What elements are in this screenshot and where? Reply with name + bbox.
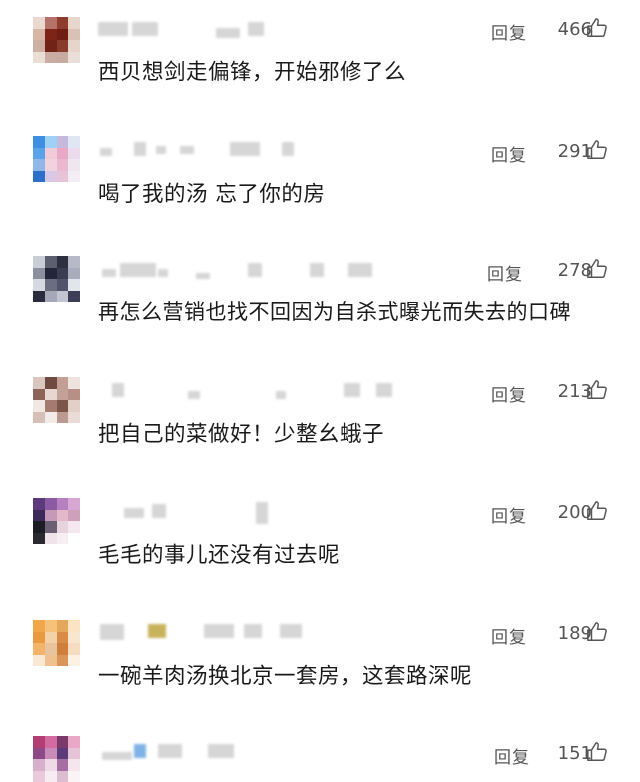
thumbs-up-icon[interactable] [586, 17, 608, 39]
comment-text: 把自己的菜做好！少整幺蛾子 [98, 422, 385, 447]
username-blurred[interactable] [98, 263, 378, 281]
comment-item: 回复 200 毛毛的事儿还没有过去呢 [0, 482, 640, 602]
avatar[interactable] [33, 498, 80, 544]
thumbs-up-icon[interactable] [586, 379, 608, 401]
username-blurred[interactable] [98, 142, 308, 160]
avatar[interactable] [33, 256, 80, 302]
reply-button[interactable]: 回复 [491, 381, 527, 406]
like-count: 466 [557, 19, 592, 40]
username-blurred[interactable] [98, 744, 298, 762]
thumbs-up-icon[interactable] [586, 500, 608, 522]
username-blurred[interactable] [98, 383, 398, 401]
comment-text: 西贝想剑走偏锋，开始邪修了么 [98, 60, 407, 85]
avatar[interactable] [33, 17, 80, 63]
thumbs-up-icon[interactable] [586, 139, 608, 161]
reply-button[interactable]: 回复 [494, 743, 530, 768]
username-blurred[interactable] [98, 502, 288, 524]
avatar[interactable] [33, 136, 80, 182]
avatar[interactable] [33, 377, 80, 423]
username-blurred[interactable] [98, 22, 268, 40]
reply-button[interactable]: 回复 [491, 141, 527, 166]
comment-item: 回复 466 西贝想剑走偏锋，开始邪修了么 [0, 0, 640, 120]
reply-button[interactable]: 回复 [491, 623, 527, 648]
comment-item: 回复 151 [0, 722, 640, 782]
avatar[interactable] [33, 620, 80, 666]
like-count: 213 [557, 381, 592, 402]
reply-button[interactable]: 回复 [491, 19, 527, 44]
reply-button[interactable]: 回复 [491, 502, 527, 527]
comment-text: 毛毛的事儿还没有过去呢 [98, 543, 341, 568]
thumbs-up-icon[interactable] [586, 741, 608, 763]
like-count: 189 [557, 623, 592, 644]
comment-item: 回复 189 一碗羊肉汤换北京一套房，这套路深呢 [0, 602, 640, 722]
comment-text: 喝了我的汤 忘了你的房 [98, 182, 326, 207]
like-count: 278 [557, 260, 592, 281]
reply-button[interactable]: 回复 [487, 260, 523, 285]
comment-item: 回复 213 把自己的菜做好！少整幺蛾子 [0, 361, 640, 481]
thumbs-up-icon[interactable] [586, 258, 608, 280]
like-count: 200 [557, 502, 592, 523]
comment-item: 回复 278 再怎么营销也找不回因为自杀式曝光而失去的口碑 [0, 241, 640, 361]
comment-item: 回复 291 喝了我的汤 忘了你的房 [0, 120, 640, 240]
avatar[interactable] [33, 736, 80, 782]
like-count: 151 [557, 743, 592, 764]
comment-text: 再怎么营销也找不回因为自杀式曝光而失去的口碑 [98, 300, 571, 324]
username-blurred[interactable] [98, 624, 318, 642]
comment-text: 一碗羊肉汤换北京一套房，这套路深呢 [98, 664, 473, 689]
like-count: 291 [557, 141, 592, 162]
thumbs-up-icon[interactable] [586, 621, 608, 643]
